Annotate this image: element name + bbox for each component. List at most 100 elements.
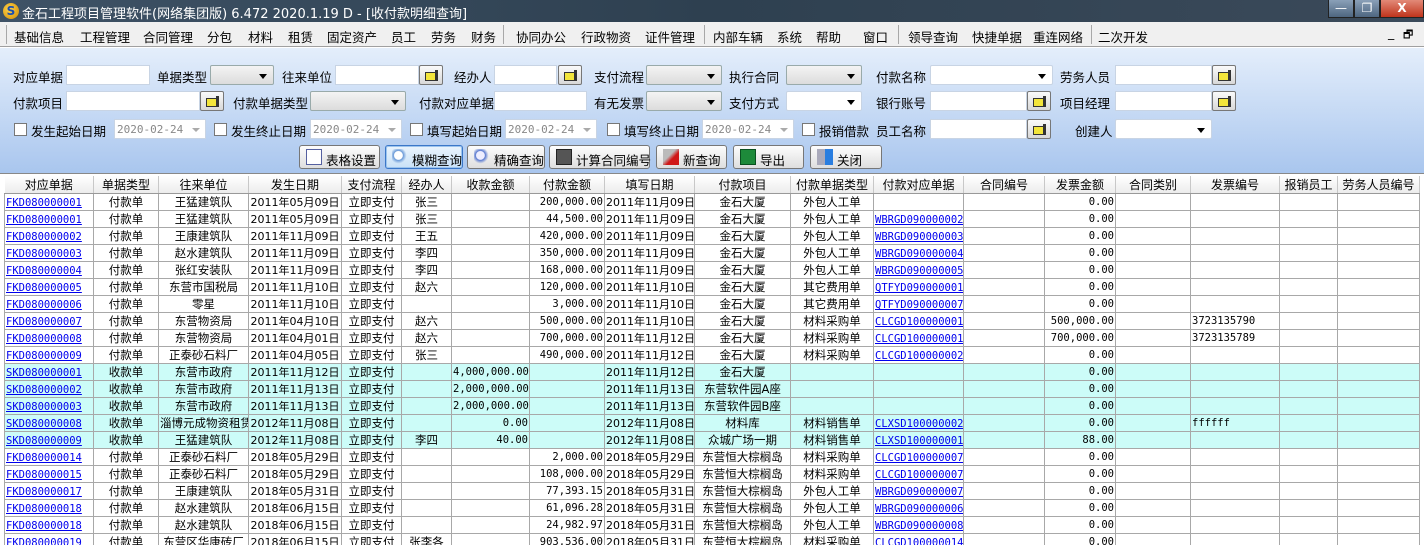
txzzrq-date[interactable]: 2020-02-24 — [702, 119, 794, 139]
document-link[interactable]: FKD080000008 — [6, 333, 82, 345]
document-link[interactable]: CLCGD100000007 — [875, 469, 963, 481]
document-link[interactable]: CLCGD100000001 — [875, 316, 963, 328]
document-link[interactable]: FKD080000001 — [6, 214, 82, 226]
menu-item-7[interactable]: 员工 — [391, 27, 416, 46]
document-link[interactable]: CLCGD100000007 — [875, 452, 963, 464]
fuzzy-search-button[interactable]: 模糊查询 — [385, 145, 463, 169]
menu-item-12[interactable]: 证件管理 — [645, 27, 695, 46]
fkmc-select[interactable] — [930, 65, 1053, 85]
table-row[interactable]: SKD080000002 收款单 东营市政府 2011年11月13日 立即支付 2,000… — [4, 380, 1420, 398]
ygmc-picker-button[interactable] — [1027, 119, 1051, 139]
menu-item-16[interactable]: 窗口 — [863, 27, 888, 46]
document-link[interactable]: QTFYD090000001 — [875, 282, 963, 294]
table-row[interactable]: FKD080000006 付款单 零星 2011年11月10日 立即支付 3,000.00… — [4, 295, 1420, 313]
menu-item-4[interactable]: 材料 — [248, 27, 273, 46]
document-link[interactable]: SKD080000009 — [6, 435, 82, 447]
document-link[interactable]: FKD080000007 — [6, 316, 82, 328]
document-link[interactable]: FKD080000015 — [6, 469, 82, 481]
table-row[interactable]: FKD080000007 付款单 东营物资局 2011年04月10日 立即支付 赵六 500… — [4, 312, 1420, 330]
table-row[interactable]: FKD080000009 付款单 正泰砂石料厂 2011年04月05日 立即支付 张三 49… — [4, 346, 1420, 364]
column-header-17[interactable]: 劳务人员编号 — [1337, 176, 1420, 194]
document-link[interactable]: FKD080000018 — [6, 520, 82, 532]
column-header-3[interactable]: 发生日期 — [248, 176, 342, 194]
document-link[interactable]: FKD080000005 — [6, 282, 82, 294]
document-link[interactable]: FKD080000004 — [6, 265, 82, 277]
column-header-13[interactable]: 发票金额 — [1044, 176, 1116, 194]
restore-button[interactable]: ❐ — [1354, 0, 1380, 18]
table-row[interactable]: FKD080000002 付款单 王康建筑队 2011年11月09日 立即支付 王五 420… — [4, 227, 1420, 245]
bxjk-checkbox[interactable] — [802, 123, 815, 136]
zffs-select[interactable] — [786, 91, 862, 111]
column-header-12[interactable]: 合同编号 — [963, 176, 1045, 194]
document-link[interactable]: CLCGD100000002 — [875, 350, 963, 362]
close-window-button[interactable]: X — [1380, 0, 1424, 18]
xmjl-input[interactable] — [1115, 91, 1212, 111]
document-link[interactable]: CLCGD100000014 — [875, 537, 963, 545]
menu-item-20[interactable]: 二次开发 — [1098, 27, 1148, 46]
column-header-6[interactable]: 收款金额 — [451, 176, 530, 194]
table-row[interactable]: SKD080000001 收款单 东营市政府 2011年11月12日 立即支付 4,000… — [4, 363, 1420, 381]
jbr-picker-button[interactable] — [558, 65, 582, 85]
txzzrq-checkbox[interactable] — [607, 123, 620, 136]
menu-item-9[interactable]: 财务 — [471, 27, 496, 46]
document-link[interactable]: FKD080000003 — [6, 248, 82, 260]
fkxm-picker-button[interactable] — [200, 91, 224, 111]
menu-item-13[interactable]: 内部车辆 — [713, 27, 763, 46]
column-header-11[interactable]: 付款对应单据 — [873, 176, 964, 194]
mdi-restore-button[interactable]: 🗗 — [1403, 26, 1413, 45]
column-header-14[interactable]: 合同类别 — [1115, 176, 1191, 194]
document-link[interactable]: CLXSD100000002 — [875, 418, 963, 430]
menu-item-18[interactable]: 快捷单据 — [972, 27, 1022, 46]
table-row[interactable]: FKD080000005 付款单 东营市国税局 2011年11月10日 立即支付 赵六 12… — [4, 278, 1420, 296]
txqsrq-checkbox[interactable] — [410, 123, 423, 136]
menu-item-6[interactable]: 固定资产 — [327, 27, 377, 46]
document-link[interactable]: FKD080000018 — [6, 503, 82, 515]
column-header-9[interactable]: 付款项目 — [694, 176, 791, 194]
table-row[interactable]: FKD080000018 付款单 赵水建筑队 2018年06月15日 立即支付 24,98… — [4, 516, 1420, 534]
zxht-select[interactable] — [786, 65, 862, 85]
document-link[interactable]: FKD080000009 — [6, 350, 82, 362]
column-header-1[interactable]: 单据类型 — [93, 176, 159, 194]
exact-search-button[interactable]: 精确查询 — [467, 145, 545, 169]
table-row[interactable]: FKD080000014 付款单 正泰砂石料厂 2018年05月29日 立即支付 2,00… — [4, 448, 1420, 466]
menu-item-5[interactable]: 租赁 — [288, 27, 313, 46]
document-link[interactable]: WBRGD090000005 — [875, 265, 963, 277]
document-link[interactable]: FKD080000006 — [6, 299, 82, 311]
document-link[interactable]: WBRGD090000002 — [875, 214, 963, 226]
ywfp-select[interactable] — [646, 91, 722, 111]
menu-item-2[interactable]: 合同管理 — [143, 27, 193, 46]
wldw-input[interactable] — [335, 65, 419, 85]
document-link[interactable]: CLXSD100000001 — [875, 435, 963, 447]
column-header-0[interactable]: 对应单据 — [4, 176, 94, 194]
txqsrq-date[interactable]: 2020-02-24 — [505, 119, 597, 139]
dydj-input[interactable] — [66, 65, 150, 85]
document-link[interactable]: FKD080000019 — [6, 537, 82, 545]
lwry-input[interactable] — [1115, 65, 1212, 85]
mdi-minimize-button[interactable]: _ — [1388, 25, 1394, 40]
fkdydj-input[interactable] — [494, 91, 587, 111]
column-header-16[interactable]: 报销员工 — [1279, 176, 1338, 194]
jbr-input[interactable] — [494, 65, 557, 85]
table-row[interactable]: SKD080000003 收款单 东营市政府 2011年11月13日 立即支付 2,000… — [4, 397, 1420, 415]
document-link[interactable]: FKD080000014 — [6, 452, 82, 464]
menu-item-10[interactable]: 协同办公 — [516, 27, 566, 46]
document-link[interactable]: SKD080000002 — [6, 384, 82, 396]
table-row[interactable]: FKD080000019 付款单 东营区华康砖厂 2018年06月15日 立即支付 张李各… — [4, 533, 1420, 545]
document-link[interactable]: WBRGD090000006 — [875, 503, 963, 515]
column-header-7[interactable]: 付款金额 — [529, 176, 605, 194]
menu-item-0[interactable]: 基础信息 — [14, 27, 64, 46]
xmjl-picker-button[interactable] — [1212, 91, 1236, 111]
document-link[interactable]: WBRGD090000007 — [875, 486, 963, 498]
new-query-button[interactable]: 新查询 — [656, 145, 727, 169]
menu-item-19[interactable]: 重连网络 — [1033, 27, 1083, 46]
table-row[interactable]: FKD080000018 付款单 赵水建筑队 2018年06月15日 立即支付 61,09… — [4, 499, 1420, 517]
table-row[interactable]: FKD080000004 付款单 张红安装队 2011年11月09日 立即支付 李四 168… — [4, 261, 1420, 279]
fszzrq-checkbox[interactable] — [214, 123, 227, 136]
menu-item-3[interactable]: 分包 — [207, 27, 232, 46]
document-link[interactable]: SKD080000003 — [6, 401, 82, 413]
column-header-2[interactable]: 往来单位 — [158, 176, 249, 194]
document-link[interactable]: WBRGD090000003 — [875, 231, 963, 243]
wldw-picker-button[interactable] — [419, 65, 443, 85]
document-link[interactable]: CLCGD100000001 — [875, 333, 963, 345]
calc-contract-number-button[interactable]: 计算合同编号 — [549, 145, 651, 169]
